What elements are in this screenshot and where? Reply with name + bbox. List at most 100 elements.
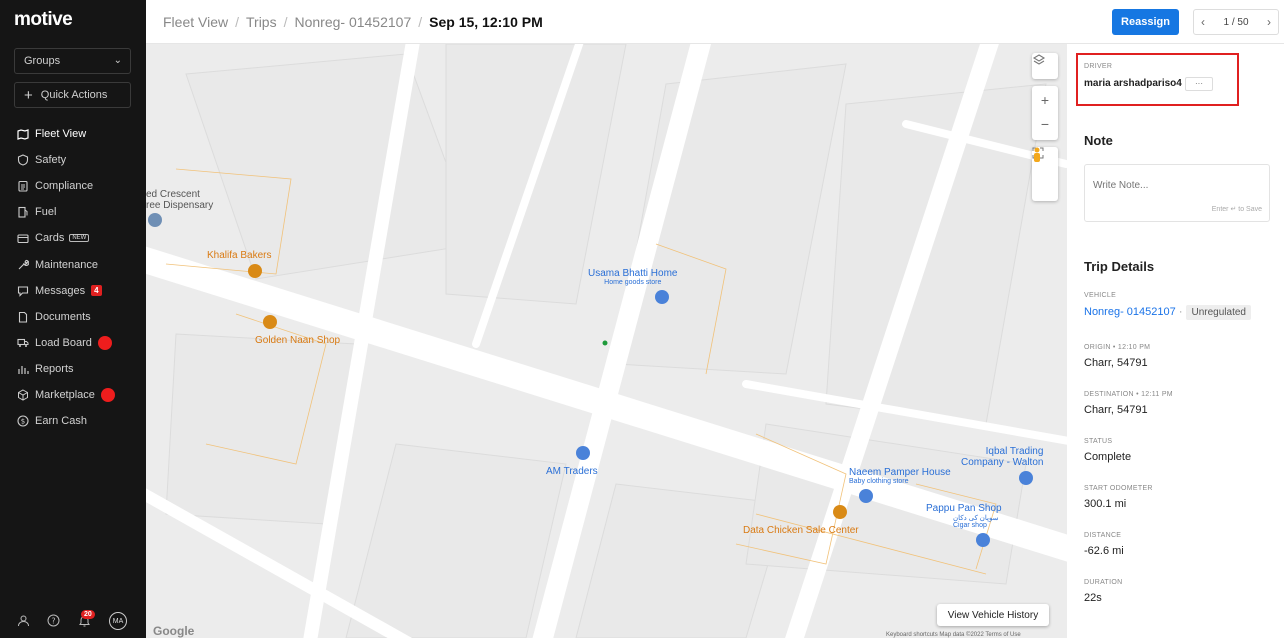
motive-logo[interactable]: motive [14,9,73,31]
poi-sublabel: سوپان کی دکان [953,515,999,522]
note-input[interactable] [1093,180,1253,191]
poi-label: Company - Walton [961,457,1044,468]
map-view[interactable]: ed Crescent ree Dispensary Khalifa Baker… [146,44,1067,638]
sidebar-item-marketplace[interactable]: Marketplace [0,382,146,408]
vehicle-field: VEHICLE Nonreg- 01452107 · Unregulated [1084,292,1251,320]
sidebar-item-label: Messages [35,284,86,297]
sidebar-item-label: Fuel [35,206,57,219]
trip-pager: ‹ 1 / 50 › [1193,9,1279,35]
poi-sublabel: Home goods store [604,279,662,286]
trip-detail-panel: DRIVER maria arshadpariso4 ··· Note Ente… [1067,44,1284,638]
groups-dropdown[interactable]: Groups ⌄ [14,48,131,74]
poi-label: Usama Bhatti Home [588,268,678,279]
sidebar-item-earn-cash[interactable]: $ Earn Cash [0,408,146,434]
origin-label: ORIGIN • 12:10 PM [1084,344,1151,351]
poi-am-traders[interactable]: AM Traders [546,466,598,477]
zoom-out-icon[interactable]: − [1041,113,1049,139]
avatar[interactable]: MA [109,612,127,630]
pager-count: 1 / 50 [1223,16,1249,28]
sidebar-item-label: Marketplace [35,388,95,401]
sidebar-item-compliance[interactable]: Compliance [0,173,146,199]
driver-more-button[interactable]: ··· [1185,77,1213,91]
poi-sublabel: Cigar shop [953,522,987,529]
breadcrumb: Fleet View / Trips / Nonreg- 01452107 / Sep 15… [163,14,543,30]
poi-label: ree Dispensary [146,200,214,211]
poi-label: Naeem Pamper House [849,467,951,478]
sidebar-item-cards[interactable]: Cards NEW [0,225,146,251]
shield-icon [16,154,29,167]
breadcrumb-trips[interactable]: Trips [246,14,277,30]
sidebar-item-load-board[interactable]: Load Board [0,330,146,356]
poi-label: Pappu Pan Shop [926,503,1002,514]
sidebar: motive Groups ⌄ + Quick Actions Fleet Vie… [0,0,146,638]
distance-field: DISTANCE -62.6 mi [1084,532,1124,557]
quick-actions-button[interactable]: + Quick Actions [14,82,131,108]
poi-red-crescent[interactable]: ed Crescent ree Dispensary [146,189,213,211]
cube-icon [16,388,29,401]
sidebar-footer: ? 20 MA [0,608,146,634]
status-value: Complete [1084,451,1132,463]
unregulated-tag: Unregulated [1186,305,1251,320]
poi-pappu-pan-shop[interactable]: Pappu Pan Shop سوپان کی دکان Cigar shop [926,503,1002,529]
sidebar-item-messages[interactable]: Messages 4 [0,278,146,304]
notification-dot [100,387,115,402]
vehicle-link[interactable]: Nonreg- 01452107 [1084,306,1176,318]
layers-button[interactable] [1032,53,1058,79]
map-attribution[interactable]: Keyboard shortcuts Map data ©2022 Terms … [886,632,1021,638]
sidebar-item-reports[interactable]: Reports [0,356,146,382]
destination-field: DESTINATION • 12:11 PM Charr, 54791 [1084,391,1173,416]
start-odometer-field: START ODOMETER 300.1 mi [1084,485,1153,510]
sidebar-item-safety[interactable]: Safety [0,147,146,173]
poi-iqbal-trading[interactable]: Iqbal Trading Company - Walton [961,446,1043,468]
separator-dot: · [1178,306,1183,318]
breadcrumb-separator: / [418,14,423,30]
poi-naeem-pamper-house[interactable]: Naeem Pamper House Baby clothing store [849,467,951,485]
status-label: STATUS [1084,438,1113,445]
sidebar-item-documents[interactable]: Documents [0,304,146,330]
dollar-icon: $ [16,415,29,428]
chevron-down-icon: ⌄ [113,55,122,66]
poi-data-chicken[interactable]: Data Chicken Sale Center [743,525,859,536]
duration-field: DURATION 22s [1084,579,1122,604]
start-odometer-value: 300.1 mi [1084,498,1127,510]
note-field[interactable]: Enter ↵ to Save [1084,164,1270,222]
new-badge: NEW [69,234,90,243]
breadcrumb-vehicle[interactable]: Nonreg- 01452107 [294,14,411,30]
sidebar-item-label: Earn Cash [35,415,87,428]
chevron-right-icon[interactable]: › [1267,15,1271,29]
fuel-icon [16,206,29,219]
zoom-controls: + − [1032,86,1058,140]
poi-khalifa-bakers[interactable]: Khalifa Bakers [207,250,271,261]
sidebar-item-fuel[interactable]: Fuel [0,199,146,225]
sidebar-item-label: Maintenance [35,258,98,271]
help-icon[interactable]: ? [47,614,60,630]
driver-name[interactable]: maria arshadpariso4 [1084,78,1182,89]
trip-details-title: Trip Details [1084,259,1155,274]
breadcrumb-separator: / [283,14,288,30]
sidebar-item-label: Fleet View [35,128,87,141]
chevron-left-icon[interactable]: ‹ [1201,15,1205,29]
vehicle-label: VEHICLE [1084,292,1117,299]
poi-golden-naan-shop[interactable]: Golden Naan Shop [255,335,340,346]
user-group-icon[interactable] [17,614,30,630]
reassign-button[interactable]: Reassign [1112,9,1179,35]
view-vehicle-history-button[interactable]: View Vehicle History [937,604,1049,626]
quick-actions-label: Quick Actions [40,89,108,101]
breadcrumb-fleet-view[interactable]: Fleet View [163,14,228,30]
messages-count-badge: 4 [91,285,102,297]
page-title: Sep 15, 12:10 PM [429,14,543,30]
svg-text:?: ? [51,617,55,626]
sidebar-item-fleet-view[interactable]: Fleet View [0,121,146,147]
sidebar-item-label: Documents [35,310,91,323]
sidebar-item-label: Load Board [35,336,92,349]
zoom-in-icon[interactable]: + [1041,87,1049,113]
start-odometer-label: START ODOMETER [1084,485,1153,492]
poi-usama-bhatti-home[interactable]: Usama Bhatti Home Home goods store [588,268,677,286]
sidebar-item-maintenance[interactable]: Maintenance [0,251,146,277]
truck-icon [16,336,29,349]
sidebar-item-label: Cards [35,232,65,245]
notification-dot [97,335,112,350]
clipboard-icon [16,180,29,193]
poi-label: Iqbal Trading [985,446,1044,457]
map-extra-controls [1032,147,1058,201]
